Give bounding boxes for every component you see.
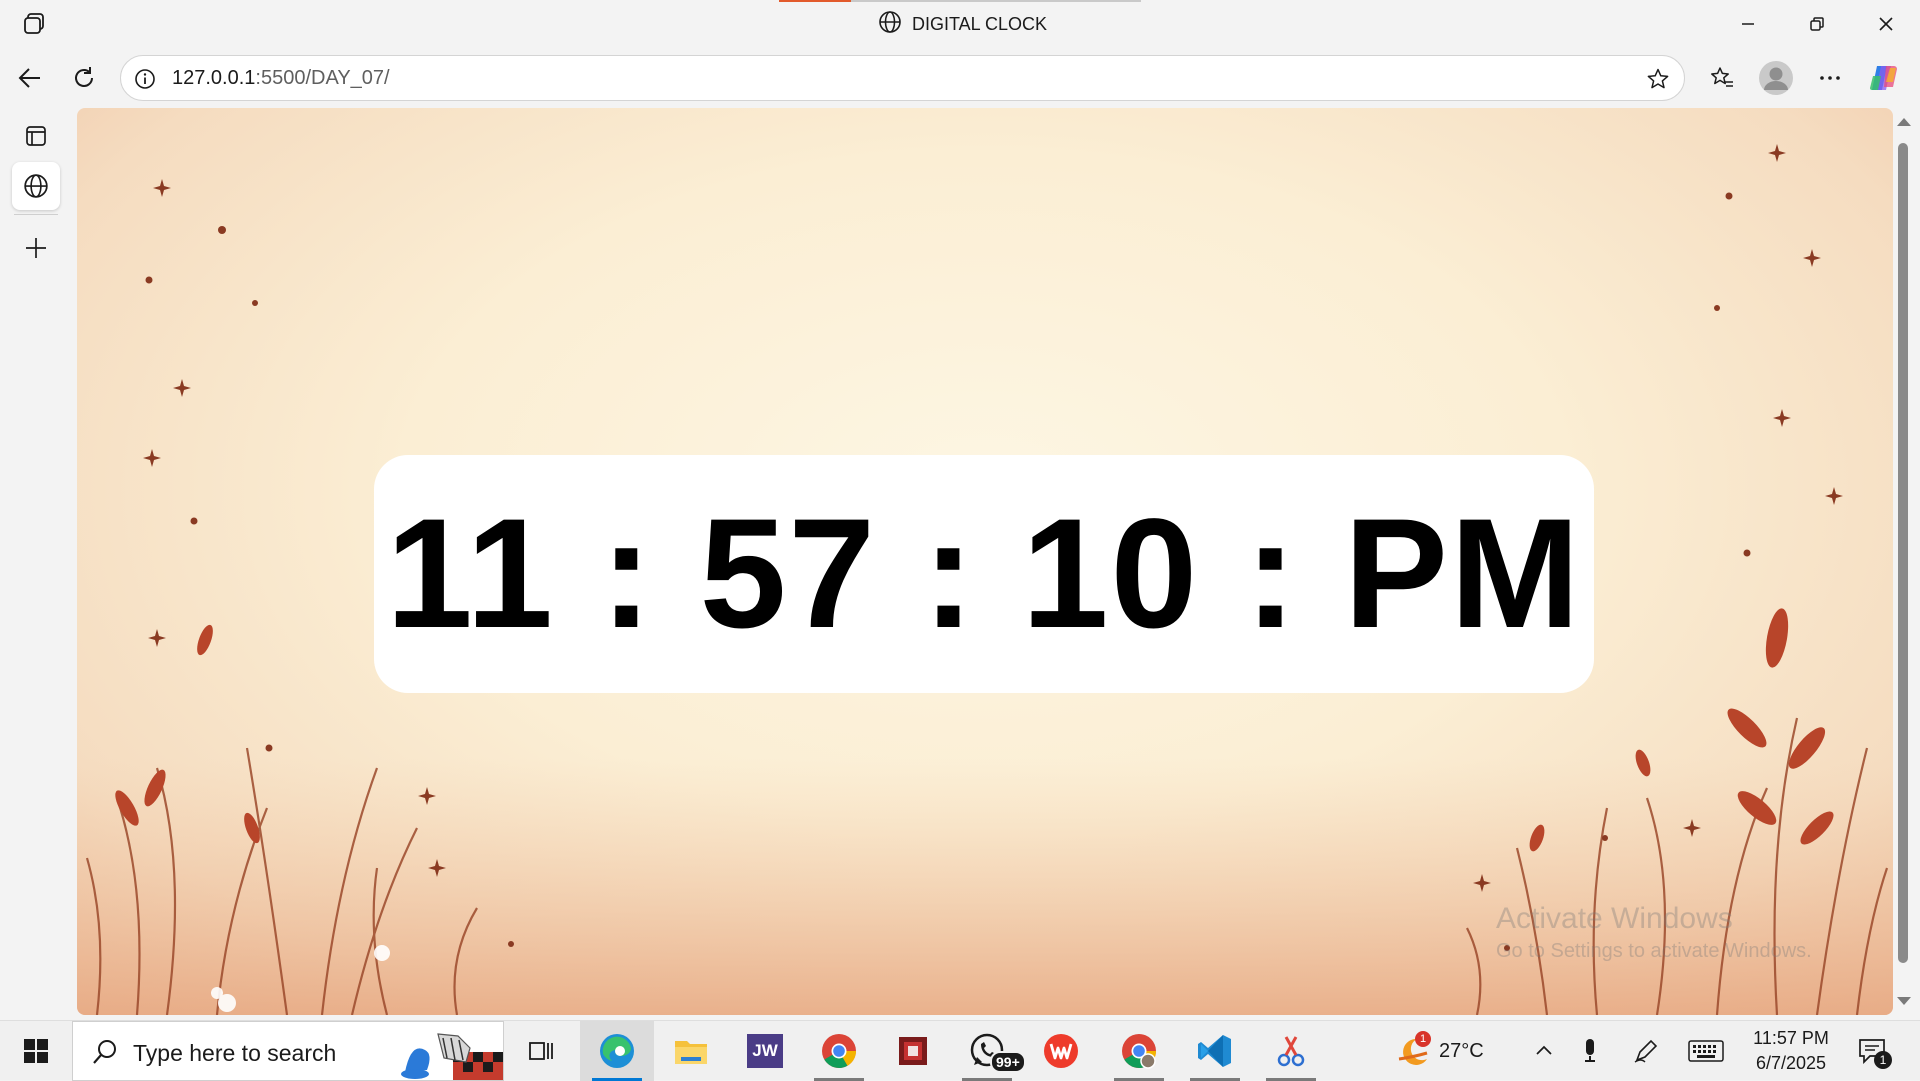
taskbar-search-box[interactable]: Type here to search: [72, 1021, 504, 1081]
url-text[interactable]: 127.0.0.1:5500/DAY_07/: [172, 67, 390, 90]
taskbar-app-whatsapp[interactable]: 99+: [950, 1021, 1026, 1081]
weather-badge: 1: [1415, 1031, 1431, 1047]
touch-keyboard-button[interactable]: [1686, 1035, 1726, 1067]
clock-card: 11 : 57 : 10 : PM: [374, 455, 1594, 693]
arrow-left-icon: [18, 68, 40, 88]
page-scrollbar[interactable]: [1893, 108, 1913, 1015]
search-highlight-icon: [401, 1033, 503, 1080]
start-button[interactable]: [0, 1021, 72, 1081]
microphone-button[interactable]: [1574, 1035, 1606, 1067]
notification-count: 1: [1874, 1051, 1892, 1069]
page-viewport: 11 : 57 : 10 : PM Activate Windows Go to…: [77, 108, 1893, 1015]
info-icon[interactable]: [131, 65, 159, 93]
app-red-icon: [899, 1037, 927, 1065]
scroll-up-arrow-icon[interactable]: [1897, 118, 1911, 126]
taskbar: Type here to search JW 99+ 1 27°C 11:57 …: [0, 1020, 1920, 1081]
minimize-button[interactable]: [1713, 0, 1782, 48]
close-button[interactable]: [1851, 0, 1920, 48]
vscode-icon: [1198, 1035, 1231, 1067]
show-hidden-icons-button[interactable]: [1528, 1035, 1560, 1067]
whatsapp-badge: 99+: [990, 1051, 1026, 1073]
new-tab-button[interactable]: [12, 224, 60, 272]
taskbar-clock[interactable]: 11:57 PM 6/7/2025: [1736, 1026, 1846, 1076]
task-view-icon: [529, 1042, 553, 1060]
chrome-icon: [1122, 1034, 1156, 1069]
microphone-icon: [1585, 1039, 1595, 1062]
avatar-icon: [1759, 61, 1793, 95]
workspaces-icon[interactable]: [18, 10, 50, 38]
folder-icon: [675, 1041, 707, 1064]
pen-menu-button[interactable]: [1630, 1035, 1662, 1067]
scroll-thumb[interactable]: [1898, 143, 1908, 963]
taskbar-app-chrome[interactable]: [802, 1021, 876, 1081]
task-view-button[interactable]: [504, 1021, 578, 1081]
favorites-icon: [1711, 67, 1733, 87]
edge-icon: [600, 1034, 634, 1068]
tab-panel-icon: [26, 126, 46, 146]
close-icon: [1878, 17, 1893, 31]
browser-toolbar: 127.0.0.1:5500/DAY_07/: [0, 48, 1920, 108]
window-title: DIGITAL CLOCK: [878, 10, 1048, 39]
search-icon: [93, 1040, 116, 1064]
keyboard-icon: [1688, 1040, 1724, 1062]
favorites-button[interactable]: [1700, 56, 1744, 100]
taskbar-app-edge[interactable]: [580, 1021, 654, 1081]
scroll-down-arrow-icon[interactable]: [1897, 997, 1911, 1005]
activation-watermark: Activate Windows Go to Settings to activ…: [1496, 902, 1812, 963]
star-icon[interactable]: [1644, 65, 1672, 93]
taskbar-app-snipping-tool[interactable]: [1254, 1021, 1328, 1081]
title-bar: DIGITAL CLOCK: [0, 0, 1920, 48]
jw-app-icon: JW: [747, 1034, 783, 1068]
copilot-button[interactable]: [1862, 56, 1906, 100]
restore-button[interactable]: [1782, 0, 1851, 48]
taskbar-app-file-explorer[interactable]: [654, 1021, 728, 1081]
taskbar-app-jw[interactable]: JW: [728, 1021, 802, 1081]
url-host: 127.0.0.1: [172, 67, 256, 89]
window-title-text: DIGITAL CLOCK: [912, 13, 1048, 34]
notification-center-button[interactable]: 1: [1850, 1033, 1894, 1069]
scissors-icon: [1277, 1036, 1305, 1067]
back-button[interactable]: [8, 56, 52, 100]
search-placeholder: Type here to search: [133, 1040, 337, 1066]
chevron-up-icon: [1536, 1045, 1552, 1055]
refresh-icon: [75, 67, 93, 87]
watermark-title: Activate Windows: [1496, 902, 1733, 935]
vertical-tab-sidebar: [0, 108, 72, 1020]
current-tab[interactable]: [12, 162, 60, 210]
windows-logo-icon: [24, 1039, 48, 1063]
globe-icon: [24, 174, 48, 198]
ellipsis-icon: [1820, 76, 1840, 80]
address-bar[interactable]: 127.0.0.1:5500/DAY_07/: [120, 55, 1685, 101]
copilot-icon: [1870, 66, 1897, 90]
minimize-icon: [1741, 23, 1754, 25]
taskbar-app-red[interactable]: [876, 1021, 950, 1081]
taskbar-app-wps[interactable]: [1024, 1021, 1098, 1081]
weather-widget[interactable]: 1 27°C: [1395, 1021, 1484, 1081]
taskbar-app-vscode[interactable]: [1178, 1021, 1252, 1081]
globe-icon: [878, 10, 902, 39]
watermark-subtitle: Go to Settings to activate Windows.: [1496, 940, 1812, 962]
tab-strip-indicator: [779, 0, 1141, 2]
taskbar-date: 6/7/2025: [1755, 1053, 1827, 1073]
tab-actions-button[interactable]: [12, 112, 60, 160]
refresh-button[interactable]: [62, 56, 106, 100]
pen-icon: [1634, 1039, 1658, 1063]
url-path: :5500/DAY_07/: [255, 67, 390, 89]
sidebar-divider: [14, 214, 58, 215]
more-button[interactable]: [1808, 56, 1852, 100]
weather-moon-icon: 1: [1395, 1031, 1431, 1069]
taskbar-time: 11:57 PM: [1753, 1028, 1829, 1048]
chrome-icon: [822, 1034, 856, 1068]
restore-icon: [1809, 17, 1824, 31]
clock-time: 11 : 57 : 10 : PM: [386, 486, 1582, 661]
profile-button[interactable]: [1754, 56, 1798, 100]
wps-icon: [1044, 1034, 1078, 1068]
plus-icon: [26, 238, 46, 258]
weather-temp: 27°C: [1439, 1039, 1484, 1062]
taskbar-app-chrome-profile[interactable]: [1102, 1021, 1176, 1081]
